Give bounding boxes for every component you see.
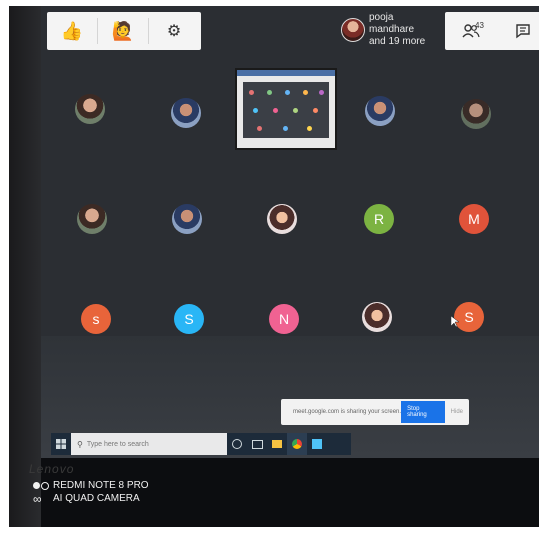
raise-hand-icon: 🙋 <box>111 20 135 41</box>
participant-tile[interactable] <box>75 94 105 124</box>
preview-dot <box>273 108 278 113</box>
taskbar-search[interactable]: ⚲ Type here to search <box>71 433 227 455</box>
start-button[interactable] <box>51 433 71 455</box>
presenter-others: and 19 more <box>369 36 426 47</box>
participant-tile[interactable]: S <box>174 304 204 334</box>
photo-frame: 👍 🙋 ⚙ pooja mandhare and 19 more 43 R M … <box>9 6 539 527</box>
participant-tile[interactable]: M <box>459 204 489 234</box>
watermark-camera: AI QUAD CAMERA <box>53 493 140 504</box>
reactions-toolbar: 👍 🙋 ⚙ <box>47 12 201 50</box>
presenter-label: pooja mandhare and 19 more <box>369 12 441 48</box>
search-icon: ⚲ <box>77 439 83 449</box>
camera-watermark: REDMI NOTE 8 PRO ∞ AI QUAD CAMERA <box>33 479 149 505</box>
gear-icon: ⚙ <box>166 23 182 40</box>
preview-dot <box>293 108 298 113</box>
meet-screen: 👍 🙋 ⚙ pooja mandhare and 19 more 43 R M … <box>41 6 539 458</box>
participant-initial: R <box>373 211 385 227</box>
preview-dot <box>313 108 318 113</box>
participant-tile[interactable]: N <box>269 304 299 334</box>
windows-taskbar: ⚲ Type here to search <box>51 433 351 455</box>
task-view-icon <box>251 439 263 449</box>
cortana-icon <box>232 439 242 449</box>
preview-titlebar <box>237 70 335 76</box>
mouse-cursor-icon <box>451 316 459 328</box>
preview-dot <box>319 90 324 95</box>
file-explorer-button[interactable] <box>267 433 287 455</box>
participant-tile[interactable] <box>171 98 201 128</box>
chrome-icon <box>292 439 302 449</box>
presenter-info[interactable]: pooja mandhare and 19 more <box>341 10 441 50</box>
chat-button[interactable] <box>497 12 539 50</box>
infinity-icon: ∞ <box>33 491 42 506</box>
preview-dot <box>257 126 262 131</box>
meeting-details-toolbar: 43 <box>445 12 539 50</box>
sharing-text: meet.google.com is sharing your screen. <box>293 409 402 415</box>
preview-content <box>243 82 329 138</box>
raise-hand-button[interactable]: 🙋 <box>98 12 148 50</box>
preview-dot <box>307 126 312 131</box>
preview-dot <box>303 90 308 95</box>
presenter-name: pooja mandhare <box>369 12 415 35</box>
participant-tile[interactable] <box>267 204 297 234</box>
laptop-bezel <box>9 6 41 527</box>
participant-tile[interactable]: R <box>364 204 394 234</box>
cortana-button[interactable] <box>227 433 247 455</box>
app-button[interactable] <box>307 433 327 455</box>
settings-button[interactable]: ⚙ <box>149 12 199 50</box>
participant-tile[interactable] <box>77 204 107 234</box>
participant-tile[interactable] <box>365 96 395 126</box>
preview-dot <box>283 126 288 131</box>
preview-dot <box>267 90 272 95</box>
participants-count: 43 <box>475 21 484 30</box>
chat-icon <box>516 24 530 39</box>
participant-tile[interactable] <box>172 204 202 234</box>
participant-initial: M <box>468 211 480 227</box>
participant-tile[interactable] <box>362 302 392 332</box>
thumbs-up-icon: 👍 <box>60 20 84 41</box>
participant-tile[interactable] <box>461 99 491 129</box>
participants-button[interactable]: 43 <box>445 12 497 50</box>
avatar <box>341 18 365 42</box>
chrome-button[interactable] <box>287 433 307 455</box>
folder-icon <box>272 440 282 448</box>
screen-share-preview[interactable] <box>235 68 337 150</box>
hide-button[interactable]: Hide <box>451 409 463 415</box>
app-icon <box>312 439 322 449</box>
screen-sharing-notification: meet.google.com is sharing your screen. … <box>281 399 469 425</box>
participant-initial: s <box>92 311 100 327</box>
camera-lens-icon <box>33 481 49 491</box>
participant-initial: N <box>278 311 290 327</box>
task-view-button[interactable] <box>247 433 267 455</box>
stop-sharing-button[interactable]: Stop sharing <box>401 401 445 423</box>
participant-tile[interactable]: s <box>81 304 111 334</box>
preview-dot <box>285 90 290 95</box>
windows-logo-icon <box>56 439 66 449</box>
preview-dot <box>249 90 254 95</box>
preview-dot <box>253 108 258 113</box>
watermark-model: REDMI NOTE 8 PRO <box>53 480 149 491</box>
participant-initial: S <box>184 311 194 327</box>
thumbs-up-button[interactable]: 👍 <box>47 12 97 50</box>
participant-initial: S <box>464 309 474 325</box>
search-placeholder: Type here to search <box>86 440 149 448</box>
laptop-brand-logo: Lenovo <box>29 462 75 476</box>
